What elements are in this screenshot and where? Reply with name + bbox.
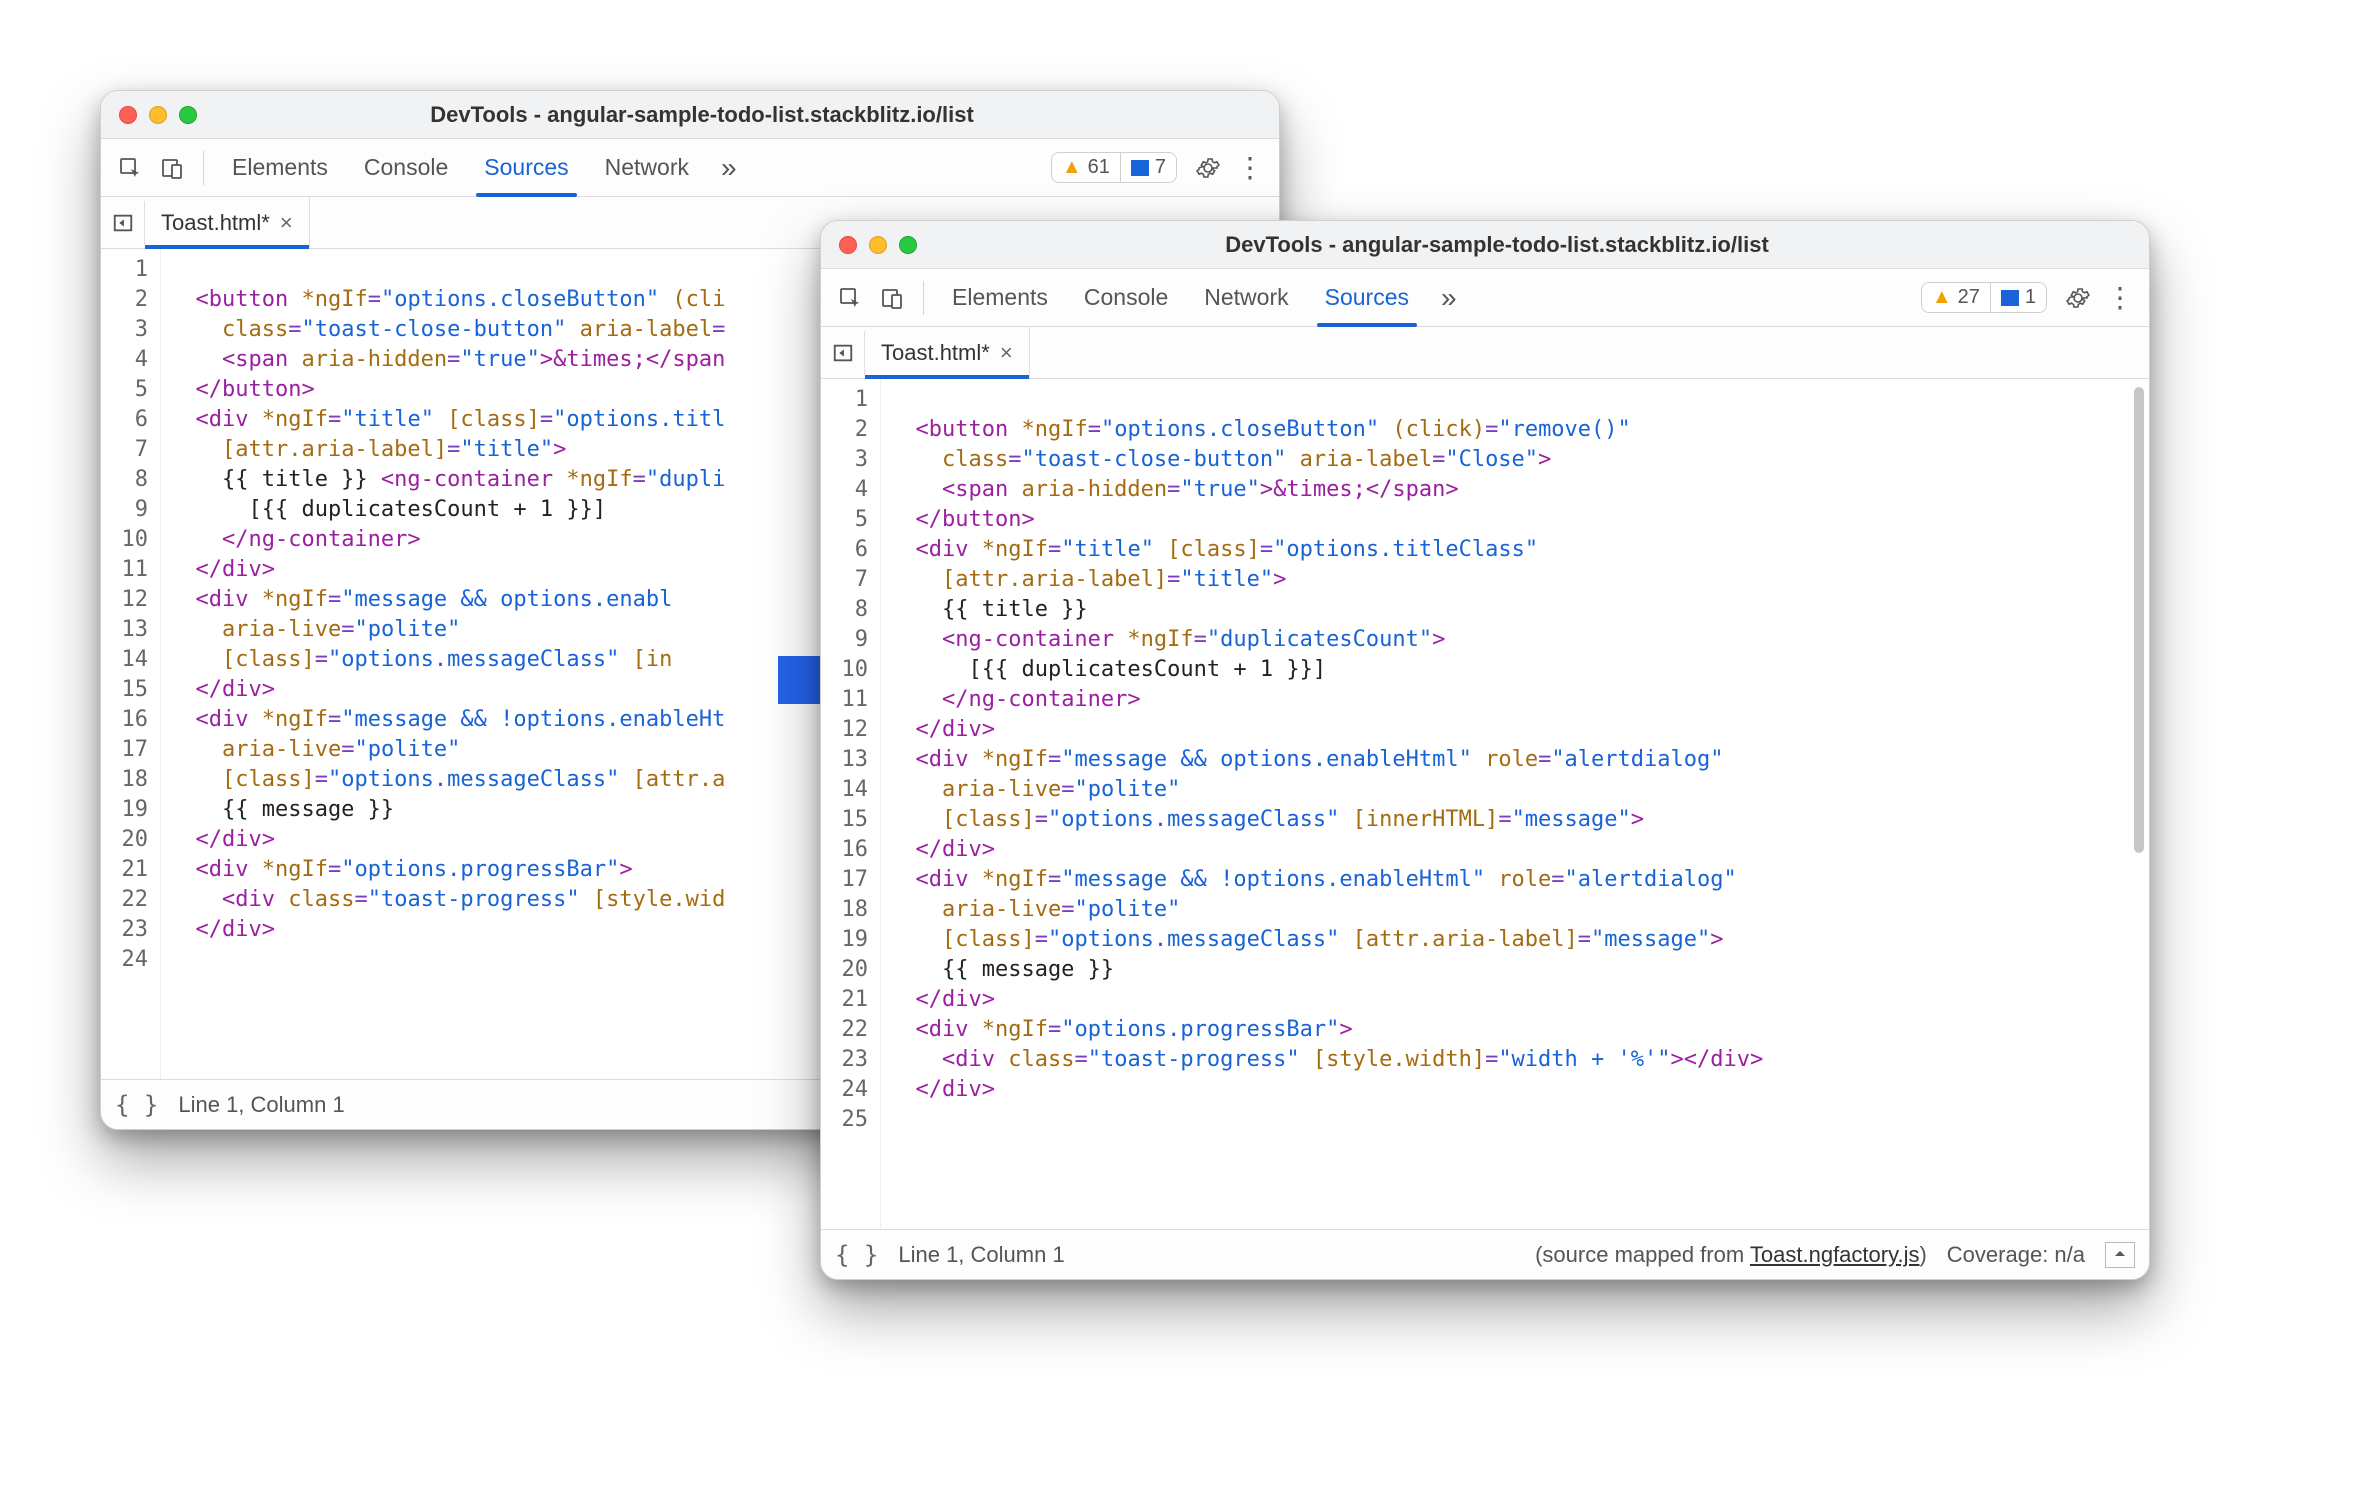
titlebar: DevTools - angular-sample-todo-list.stac… <box>101 91 1279 139</box>
tab-network[interactable]: Network <box>587 139 707 196</box>
tab-console[interactable]: Console <box>346 139 466 196</box>
show-navigator-icon[interactable] <box>821 331 865 375</box>
traffic-lights <box>821 236 935 254</box>
code-area[interactable]: <button *ngIf="options.closeButton" (cli… <box>881 379 2149 1229</box>
zoom-icon[interactable] <box>179 106 197 124</box>
cursor-position: Line 1, Column 1 <box>178 1092 344 1118</box>
settings-gear-icon[interactable] <box>1187 147 1229 189</box>
file-tab-toast[interactable]: Toast.html* × <box>145 197 310 248</box>
file-tab-label: Toast.html* <box>881 340 990 366</box>
code-editor[interactable]: 1234567891011121314151617181920212223242… <box>821 379 2149 1229</box>
settings-gear-icon[interactable] <box>2057 277 2099 319</box>
device-toolbar-icon[interactable] <box>871 277 913 319</box>
source-mapped-text: (source mapped from Toast.ngfactory.js) <box>1535 1242 1927 1268</box>
close-tab-icon[interactable]: × <box>280 210 293 236</box>
source-map-link[interactable]: Toast.ngfactory.js <box>1750 1242 1920 1267</box>
minimize-icon[interactable] <box>149 106 167 124</box>
divider <box>923 281 924 315</box>
kebab-menu-icon[interactable]: ⋮ <box>2099 277 2141 319</box>
scrollbar-thumb[interactable] <box>2134 387 2144 853</box>
devtools-window-right: DevTools - angular-sample-todo-list.stac… <box>820 220 2150 1280</box>
close-icon[interactable] <box>839 236 857 254</box>
scrollbar[interactable] <box>2132 385 2146 1189</box>
tab-network[interactable]: Network <box>1186 269 1306 326</box>
toggle-drawer-icon[interactable] <box>2105 1242 2135 1268</box>
coverage-text: Coverage: n/a <box>1947 1242 2085 1268</box>
line-gutter: 1234567891011121314151617181920212223242… <box>821 379 881 1229</box>
more-tabs-icon[interactable]: » <box>1427 284 1471 312</box>
file-tab-label: Toast.html* <box>161 210 270 236</box>
pretty-print-icon[interactable]: { } <box>115 1091 158 1119</box>
file-tab-toast[interactable]: Toast.html* × <box>865 327 1030 378</box>
close-tab-icon[interactable]: × <box>1000 340 1013 366</box>
divider <box>203 151 204 185</box>
warnings-badge[interactable]: ▲27 <box>1921 282 1990 313</box>
more-tabs-icon[interactable]: » <box>707 154 751 182</box>
kebab-menu-icon[interactable]: ⋮ <box>1229 147 1271 189</box>
panel-tabstrip: Elements Console Sources Network » ▲61 7… <box>101 139 1279 197</box>
tab-sources[interactable]: Sources <box>1307 269 1427 326</box>
issues-badge[interactable]: 1 <box>1990 282 2047 313</box>
titlebar: DevTools - angular-sample-todo-list.stac… <box>821 221 2149 269</box>
inspect-element-icon[interactable] <box>109 147 151 189</box>
window-title: DevTools - angular-sample-todo-list.stac… <box>935 232 2149 258</box>
close-icon[interactable] <box>119 106 137 124</box>
warnings-badge[interactable]: ▲61 <box>1051 152 1120 183</box>
issues-badge[interactable]: 7 <box>1120 152 1177 183</box>
panel-tabstrip: Elements Console Network Sources » ▲27 1… <box>821 269 2149 327</box>
tab-console[interactable]: Console <box>1066 269 1186 326</box>
tab-elements[interactable]: Elements <box>214 139 346 196</box>
line-gutter: 123456789101112131415161718192021222324 <box>101 249 161 1079</box>
window-title: DevTools - angular-sample-todo-list.stac… <box>215 102 1279 128</box>
pretty-print-icon[interactable]: { } <box>835 1241 878 1269</box>
tab-sources[interactable]: Sources <box>466 139 586 196</box>
zoom-icon[interactable] <box>899 236 917 254</box>
file-tabstrip: Toast.html* × <box>821 327 2149 379</box>
show-navigator-icon[interactable] <box>101 201 145 245</box>
minimize-icon[interactable] <box>869 236 887 254</box>
device-toolbar-icon[interactable] <box>151 147 193 189</box>
cursor-position: Line 1, Column 1 <box>898 1242 1064 1268</box>
tab-elements[interactable]: Elements <box>934 269 1066 326</box>
statusbar: { } Line 1, Column 1 (source mapped from… <box>821 1229 2149 1279</box>
traffic-lights <box>101 106 215 124</box>
inspect-element-icon[interactable] <box>829 277 871 319</box>
